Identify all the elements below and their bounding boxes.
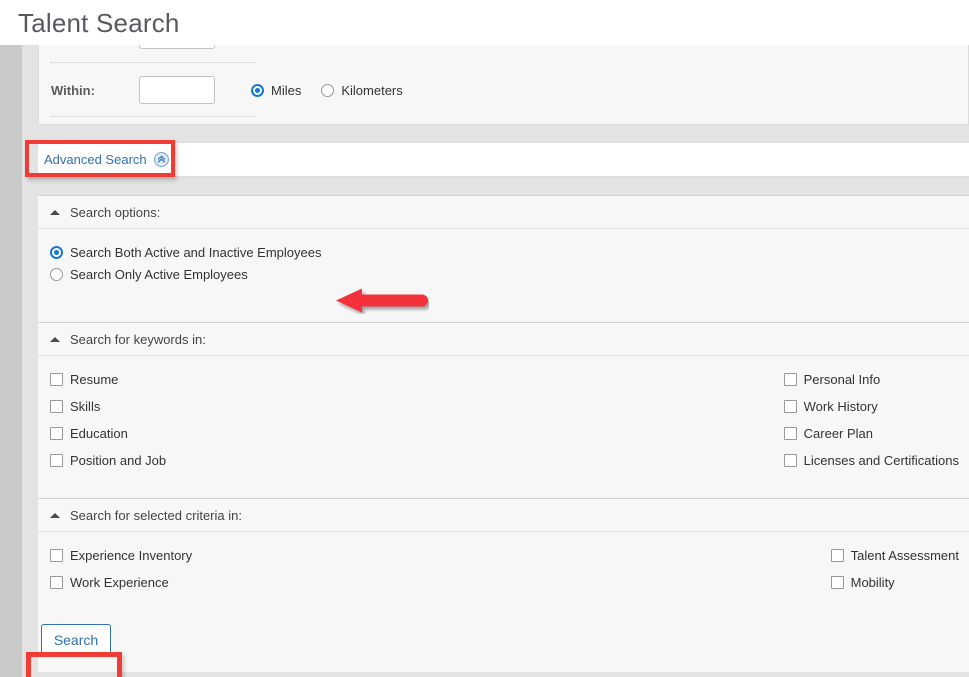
checkbox-talent-assessment[interactable]: Talent Assessment <box>830 542 959 569</box>
criteria-right-column: Talent Assessment Mobility <box>830 542 959 596</box>
radio-dot-search-only-active[interactable] <box>50 267 63 281</box>
checkbox-experience-inventory[interactable]: Experience Inventory <box>50 542 192 569</box>
dotted-divider-bottom <box>51 116 256 117</box>
scroll-viewport: Within: Miles Kilometers Advanced Search <box>0 45 969 677</box>
advanced-search-bar: Advanced Search <box>38 142 969 177</box>
checkbox-box-work-experience[interactable] <box>50 576 63 589</box>
page-title: Talent Search <box>18 8 180 38</box>
within-distance-input[interactable] <box>139 76 215 104</box>
section-search-options: Search options: Search Both Active and I… <box>38 195 969 330</box>
checkbox-box-position-and-job[interactable] <box>50 454 63 467</box>
section-title-criteria: Search for selected criteria in: <box>70 507 242 523</box>
unit-radio-miles[interactable]: Miles <box>251 83 301 98</box>
criteria-left-column: Experience Inventory Work Experience <box>50 542 192 596</box>
search-button-row: Search <box>38 612 969 672</box>
radio-label-search-both: Search Both Active and Inactive Employee… <box>70 244 322 260</box>
triangle-up-icon-criteria[interactable] <box>50 512 60 518</box>
checkbox-mobility[interactable]: Mobility <box>830 569 959 596</box>
clipped-input-above[interactable] <box>139 45 215 49</box>
radio-search-both-active-inactive[interactable]: Search Both Active and Inactive Employee… <box>50 241 321 263</box>
checkbox-box-work-history[interactable] <box>783 400 797 413</box>
checkbox-label-experience-inventory: Experience Inventory <box>70 548 193 563</box>
radio-dot-search-both[interactable] <box>50 245 63 259</box>
checkbox-label-education: Education <box>70 426 128 441</box>
checkbox-box-education[interactable] <box>50 427 63 440</box>
checkbox-position-and-job[interactable]: Position and Job <box>50 447 166 474</box>
within-row: Within: Miles Kilometers <box>51 73 423 107</box>
section-body-search-options: Search Both Active and Inactive Employee… <box>38 229 969 329</box>
checkbox-label-career-plan: Career Plan <box>803 426 874 441</box>
checkbox-career-plan[interactable]: Career Plan <box>783 420 959 447</box>
search-options-radio-group: Search Both Active and Inactive Employee… <box>50 241 321 285</box>
checkbox-licenses-and-certifications[interactable]: Licenses and Certifications <box>783 447 959 474</box>
checkbox-work-experience[interactable]: Work Experience <box>50 569 192 596</box>
radio-dot-miles[interactable] <box>251 83 264 97</box>
checkbox-label-personal-info: Personal Info <box>803 372 881 387</box>
search-button[interactable]: Search <box>41 624 111 656</box>
checkbox-skills[interactable]: Skills <box>50 393 166 420</box>
checkbox-label-work-experience: Work Experience <box>70 575 169 590</box>
checkbox-personal-info[interactable]: Personal Info <box>783 366 959 393</box>
triangle-up-icon-search-options[interactable] <box>50 209 60 215</box>
radio-label-search-only-active: Search Only Active Employees <box>70 266 248 282</box>
section-title-search-options: Search options: <box>70 204 161 220</box>
checkbox-label-resume: Resume <box>70 372 119 387</box>
unit-radio-kilometers-label: Kilometers <box>341 82 403 98</box>
section-title-keywords: Search for keywords in: <box>70 331 206 347</box>
radio-search-only-active[interactable]: Search Only Active Employees <box>50 263 321 285</box>
keywords-left-column: Resume Skills Education Position and Job <box>50 366 166 474</box>
section-body-keywords: Resume Skills Education Position and Job <box>38 356 969 517</box>
checkbox-label-skills: Skills <box>70 399 101 414</box>
checkbox-box-resume[interactable] <box>50 373 63 386</box>
keywords-right-column: Personal Info Work History Career Plan L… <box>783 366 959 474</box>
section-keywords: Search for keywords in: Resume Skills Ed… <box>38 322 969 518</box>
checkbox-box-mobility[interactable] <box>830 576 844 589</box>
checkbox-box-licenses-and-certifications[interactable] <box>783 454 797 467</box>
checkbox-resume[interactable]: Resume <box>50 366 166 393</box>
checkbox-box-career-plan[interactable] <box>783 427 797 440</box>
within-label: Within: <box>51 82 95 98</box>
dotted-divider-top <box>51 62 256 63</box>
unit-radio-kilometers[interactable]: Kilometers <box>321 82 403 98</box>
distance-unit-group: Miles Kilometers <box>251 83 423 98</box>
advanced-search-link[interactable]: Advanced Search <box>44 152 147 167</box>
left-gutter-dark <box>0 45 22 677</box>
radio-dot-kilometers[interactable] <box>321 83 335 97</box>
checkbox-box-experience-inventory[interactable] <box>50 549 63 562</box>
checkbox-work-history[interactable]: Work History <box>783 393 959 420</box>
checkbox-label-mobility: Mobility <box>850 575 895 590</box>
checkbox-box-skills[interactable] <box>50 400 63 413</box>
triangle-up-icon-keywords[interactable] <box>50 336 60 342</box>
chevron-double-up-icon[interactable] <box>153 152 169 167</box>
checkbox-label-talent-assessment: Talent Assessment <box>850 548 959 563</box>
unit-radio-miles-label: Miles <box>271 82 302 98</box>
section-header-keywords[interactable]: Search for keywords in: <box>38 323 969 356</box>
section-header-search-options[interactable]: Search options: <box>38 196 969 229</box>
checkbox-label-position-and-job: Position and Job <box>70 453 167 468</box>
checkbox-label-work-history: Work History <box>803 399 878 414</box>
location-panel: Within: Miles Kilometers <box>38 45 969 125</box>
left-gutter-light <box>22 45 38 677</box>
checkbox-box-talent-assessment[interactable] <box>830 549 844 562</box>
checkbox-label-licenses-and-certifications: Licenses and Certifications <box>803 453 959 468</box>
section-header-criteria[interactable]: Search for selected criteria in: <box>38 499 969 532</box>
checkbox-box-personal-info[interactable] <box>783 373 797 386</box>
checkbox-education[interactable]: Education <box>50 420 166 447</box>
